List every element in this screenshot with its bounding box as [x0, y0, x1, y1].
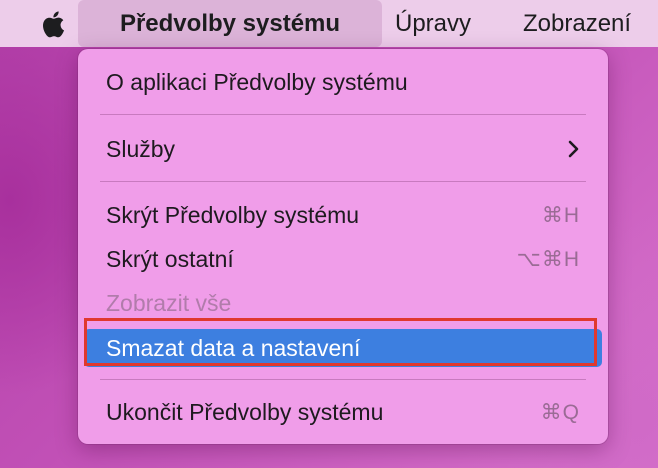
menu-item-hide-others[interactable]: Skrýt ostatní ⌥⌘H [84, 240, 602, 278]
menu-item-quit[interactable]: Ukončit Předvolby systému ⌘Q [84, 393, 602, 431]
menubar-item-view[interactable]: Zobrazení [523, 0, 631, 47]
menu-item-label: Skrýt Předvolby systému [106, 201, 360, 228]
menu-item-show-all: Zobrazit vše [84, 284, 602, 322]
menu-separator [100, 114, 586, 115]
menu-item-label: O aplikaci Předvolby systému [106, 68, 408, 95]
menu-item-label: Ukončit Předvolby systému [106, 398, 384, 425]
chevron-right-icon [564, 138, 584, 160]
menu-item-shortcut: ⌘H [541, 203, 580, 227]
menu-item-label: Zobrazit vše [106, 289, 232, 316]
menubar-item-edit[interactable]: Úpravy [395, 0, 471, 47]
app-menu-dropdown: O aplikaci Předvolby systému Služby Skrý… [78, 49, 608, 444]
menu-item-services[interactable]: Služby [84, 130, 602, 168]
menu-item-hide-app[interactable]: Skrýt Předvolby systému ⌘H [84, 196, 602, 234]
menu-item-shortcut: ⌘Q [540, 400, 580, 424]
menu-bar: Předvolby systému Úpravy Zobrazení [0, 0, 658, 47]
apple-logo-icon[interactable] [38, 9, 66, 39]
menu-item-label: Služby [106, 135, 176, 162]
menu-item-label: Smazat data a nastavení [106, 334, 361, 361]
menu-separator [100, 181, 586, 182]
menu-separator [100, 379, 586, 380]
menu-item-erase-all-content[interactable]: Smazat data a nastavení [84, 329, 602, 367]
menu-item-label: Skrýt ostatní [106, 245, 234, 272]
menu-item-shortcut: ⌥⌘H [516, 247, 580, 271]
menu-item-about[interactable]: O aplikaci Předvolby systému [84, 63, 602, 101]
menubar-item-system-preferences[interactable]: Předvolby systému [78, 0, 382, 47]
